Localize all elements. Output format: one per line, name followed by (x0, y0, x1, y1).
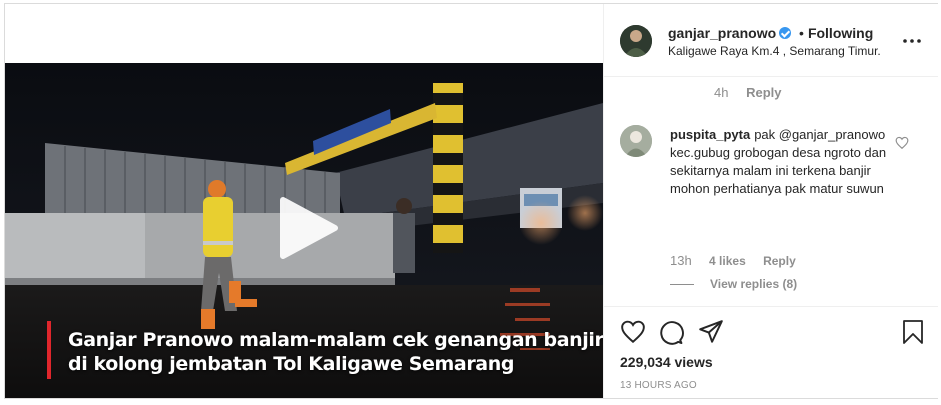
like-icon (895, 136, 909, 150)
post-sidebar: ganjar_pranowo • Following Kaligawe Raya … (603, 4, 938, 398)
caption-accent-bar (47, 321, 51, 379)
comments-list[interactable]: 4h Reply puspita_pyta pak @ganjar_pranowo… (604, 77, 938, 306)
reply-button[interactable]: Reply (746, 85, 781, 100)
comment-username[interactable]: puspita_pyta (670, 127, 750, 142)
save-icon (903, 320, 923, 344)
username-link[interactable]: ganjar_pranowo (668, 25, 776, 41)
media-panel: Ganjar Pranowo malam-malam cek genangan … (5, 4, 603, 398)
more-options-button[interactable] (902, 32, 922, 50)
comment-like-button[interactable] (895, 136, 909, 150)
following-button[interactable]: Following (808, 25, 873, 41)
share-icon (699, 320, 723, 343)
heart-icon (621, 320, 645, 344)
caption-line-1: Ganjar Pranowo malam-malam cek genangan … (68, 329, 603, 351)
comment-button[interactable] (658, 319, 684, 345)
post-actions: 229,034 views 13 HOURS AGO (604, 306, 938, 399)
share-button[interactable] (698, 319, 724, 345)
more-icon (903, 39, 921, 43)
verified-icon (779, 27, 792, 39)
comment-meta: 13h 4 likes Reply (670, 253, 796, 268)
post-header: ganjar_pranowo • Following Kaligawe Raya … (604, 4, 938, 77)
view-replies-button[interactable]: View replies (8) (670, 277, 797, 291)
video-caption: Ganjar Pranowo malam-malam cek genangan … (68, 328, 603, 376)
reply-button[interactable]: Reply (763, 254, 796, 268)
play-button[interactable] (277, 196, 341, 260)
view-count[interactable]: 229,034 views (620, 354, 713, 370)
comment-time[interactable]: 13h (670, 253, 692, 268)
comment-time[interactable]: 4h (714, 85, 728, 100)
location-link[interactable]: Kaligawe Raya Km.4 , Semarang Timur. (668, 44, 881, 58)
avatar[interactable] (620, 25, 652, 57)
view-replies-label: View replies (8) (710, 277, 798, 291)
header-user-line: ganjar_pranowo • Following (668, 25, 873, 41)
previous-comment-meta: 4h Reply (714, 85, 782, 100)
caption-line-2: di kolong jembatan Tol Kaligawe Semarang (68, 353, 515, 375)
comment-likes[interactable]: 4 likes (709, 254, 746, 268)
play-icon (280, 197, 338, 259)
like-button[interactable] (620, 319, 646, 345)
comment-icon (660, 321, 684, 345)
comment-body: puspita_pyta pak @ganjar_pranowo kec.gubu… (670, 126, 890, 198)
post-dialog: Ganjar Pranowo malam-malam cek genangan … (4, 3, 938, 399)
post-timestamp[interactable]: 13 HOURS AGO (620, 380, 697, 391)
save-button[interactable] (902, 319, 924, 345)
profile-photo (620, 25, 652, 57)
video-player[interactable]: Ganjar Pranowo malam-malam cek genangan … (5, 63, 603, 398)
replies-divider (670, 284, 694, 286)
commenter-photo (620, 125, 652, 157)
separator-dot: • (799, 25, 804, 41)
comment-avatar[interactable] (620, 125, 652, 157)
